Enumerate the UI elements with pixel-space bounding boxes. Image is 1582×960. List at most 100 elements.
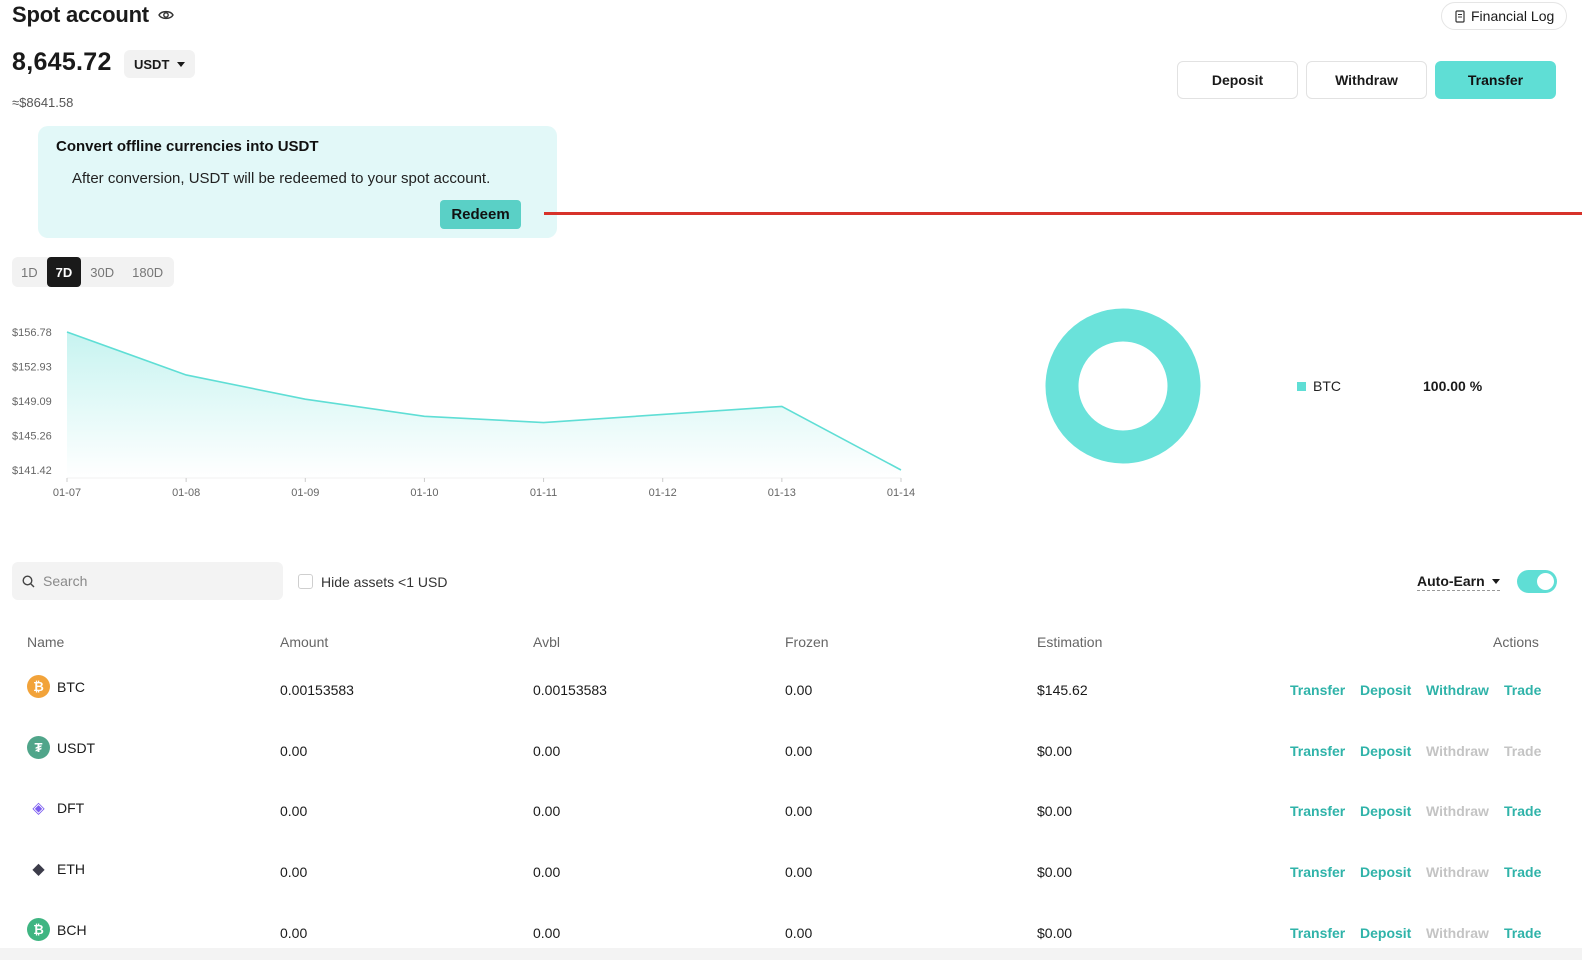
x-tick-label: 01-10 <box>410 487 438 499</box>
row-trade-link[interactable]: Trade <box>1504 803 1541 819</box>
currency-select[interactable]: USDT <box>124 50 196 78</box>
area-fill <box>67 332 901 478</box>
hide-small-assets-label: Hide assets <1 USD <box>321 574 448 590</box>
legend-swatch-btc <box>1297 382 1306 391</box>
auto-earn-toggle[interactable] <box>1517 570 1557 593</box>
legend-label-btc: BTC <box>1313 378 1341 394</box>
dft-icon: ◈ <box>32 799 45 817</box>
withdraw-button[interactable]: Withdraw <box>1306 61 1427 99</box>
row-trade-link[interactable]: Trade <box>1504 925 1541 941</box>
ethereum-icon: ◆ <box>32 860 45 878</box>
frozen-cell: 0.00 <box>785 925 813 941</box>
estimation-cell: $0.00 <box>1037 743 1073 759</box>
x-tick-label: 01-08 <box>172 487 200 499</box>
row-withdraw-link[interactable]: Withdraw <box>1426 743 1489 759</box>
range-tabs: 1D 7D 30D 180D <box>12 257 174 287</box>
row-deposit-link[interactable]: Deposit <box>1360 803 1411 819</box>
tab-180d[interactable]: 180D <box>123 257 172 287</box>
row-transfer-link[interactable]: Transfer <box>1290 864 1345 880</box>
y-tick-label: $156.78 <box>12 327 52 339</box>
estimation-cell: $145.62 <box>1037 682 1088 698</box>
bottom-edge <box>0 948 1582 960</box>
coin-name: BCH <box>57 922 87 938</box>
tab-1d[interactable]: 1D <box>12 257 47 287</box>
caret-down-icon <box>1491 578 1500 584</box>
table-row: ₮ USDT 0.00 0.00 0.00 $0.00 Transfer Deposit Wit… <box>0 721 1582 781</box>
x-tick-label: 01-09 <box>291 487 319 499</box>
row-deposit-link[interactable]: Deposit <box>1360 682 1411 698</box>
annotation-line <box>544 212 1582 215</box>
caret-down-icon <box>177 61 186 67</box>
avbl-cell: 0.00 <box>533 864 561 880</box>
financial-log-label: Financial Log <box>1471 8 1555 24</box>
tab-30d[interactable]: 30D <box>81 257 123 287</box>
row-withdraw-link[interactable]: Withdraw <box>1426 682 1489 698</box>
frozen-cell: 0.00 <box>785 743 813 759</box>
promo-body: After conversion, USDT will be redeemed … <box>72 170 491 187</box>
transfer-button[interactable]: Transfer <box>1435 61 1556 99</box>
auto-earn-label: Auto-Earn <box>1417 573 1485 589</box>
y-tick-label: $149.09 <box>12 396 52 408</box>
asset-history-chart: $156.78 $152.93 $149.09 $145.26 $141.4201-07… <box>12 327 915 499</box>
row-withdraw-link[interactable]: Withdraw <box>1426 925 1489 941</box>
search-input[interactable] <box>43 573 263 589</box>
avbl-cell: 0.00 <box>533 803 561 819</box>
document-icon <box>1455 9 1465 23</box>
allocation-donut-chart <box>1045 308 1201 464</box>
deposit-button[interactable]: Deposit <box>1177 61 1298 99</box>
page-title: Spot account <box>12 2 149 27</box>
currency-select-value: USDT <box>134 56 170 72</box>
coin-name: BTC <box>57 679 85 695</box>
eye-icon[interactable] <box>158 8 174 22</box>
row-deposit-link[interactable]: Deposit <box>1360 864 1411 880</box>
frozen-cell: 0.00 <box>785 803 813 819</box>
amount-cell: 0.00 <box>280 803 308 819</box>
amount-cell: 0.00 <box>280 925 308 941</box>
search-box <box>12 562 283 600</box>
bitcoin-cash-icon: ₿ <box>27 918 50 941</box>
y-tick-label: $145.26 <box>12 431 52 443</box>
x-tick-label: 01-14 <box>887 487 915 499</box>
toggle-knob <box>1537 573 1554 590</box>
row-trade-link[interactable]: Trade <box>1504 743 1541 759</box>
row-transfer-link[interactable]: Transfer <box>1290 925 1345 941</box>
row-withdraw-link[interactable]: Withdraw <box>1426 803 1489 819</box>
redeem-button[interactable]: Redeem <box>440 200 521 229</box>
coin-name: DFT <box>57 800 85 816</box>
avbl-cell: 0.00 <box>533 925 561 941</box>
estimation-cell: $0.00 <box>1037 803 1073 819</box>
promo-title: Convert offline currencies into USDT <box>56 138 319 155</box>
column-header-name: Name <box>27 634 65 650</box>
coin-name: USDT <box>57 740 96 756</box>
row-deposit-link[interactable]: Deposit <box>1360 925 1411 941</box>
donut-slice-btc <box>1045 308 1201 464</box>
row-withdraw-link[interactable]: Withdraw <box>1426 864 1489 880</box>
row-deposit-link[interactable]: Deposit <box>1360 743 1411 759</box>
coin-name: ETH <box>57 861 85 877</box>
bitcoin-icon: ₿ <box>27 675 50 698</box>
tab-7d[interactable]: 7D <box>46 257 82 287</box>
auto-earn-dropdown[interactable]: Auto-Earn <box>1417 573 1500 591</box>
column-header-actions: Actions <box>1493 634 1539 650</box>
column-header-avbl: Avbl <box>533 634 560 650</box>
row-transfer-link[interactable]: Transfer <box>1290 803 1345 819</box>
hide-small-assets-checkbox[interactable] <box>298 574 313 589</box>
x-tick-label: 01-11 <box>530 487 557 499</box>
avbl-cell: 0.00153583 <box>533 682 607 698</box>
convert-promo-card: Convert offline currencies into USDT Aft… <box>38 126 557 238</box>
table-row: ◆ ETH 0.00 0.00 0.00 $0.00 Transfer Deposit With… <box>0 842 1582 902</box>
row-transfer-link[interactable]: Transfer <box>1290 743 1345 759</box>
row-transfer-link[interactable]: Transfer <box>1290 682 1345 698</box>
amount-cell: 0.00 <box>280 864 308 880</box>
amount-cell: 0.00153583 <box>280 682 354 698</box>
column-header-amount: Amount <box>280 634 329 650</box>
amount-cell: 0.00 <box>280 743 308 759</box>
row-trade-link[interactable]: Trade <box>1504 864 1541 880</box>
row-trade-link[interactable]: Trade <box>1504 682 1541 698</box>
column-header-estimation: Estimation <box>1037 634 1103 650</box>
financial-log-button[interactable]: Financial Log <box>1441 2 1568 30</box>
table-row: ◈ DFT 0.00 0.00 0.00 $0.00 Transfer Deposit With… <box>0 781 1582 841</box>
usd-estimate: ≈$8641.58 <box>12 95 74 110</box>
balance-amount: 8,645.72 <box>12 48 112 76</box>
frozen-cell: 0.00 <box>785 682 813 698</box>
